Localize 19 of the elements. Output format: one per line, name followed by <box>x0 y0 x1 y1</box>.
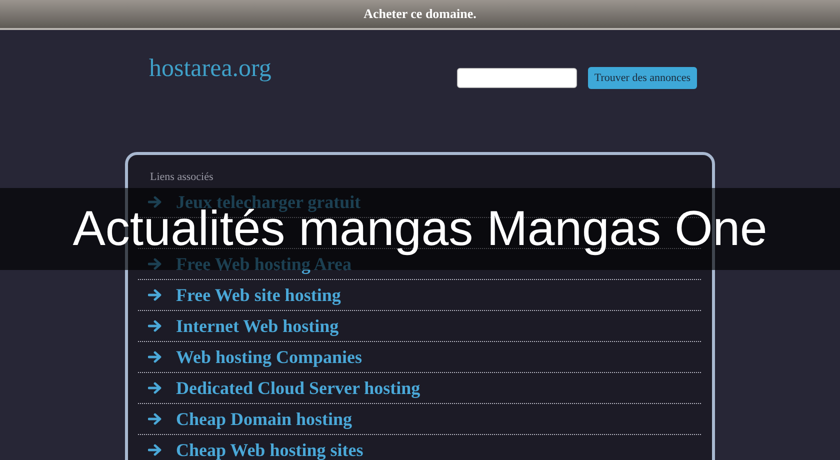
related-link[interactable]: Cheap Web hosting sites <box>176 440 364 460</box>
panel-heading: Liens associés <box>150 171 214 185</box>
arrow-icon <box>148 444 162 456</box>
arrow-icon <box>148 258 162 270</box>
arrow-icon <box>148 351 162 363</box>
arrow-icon <box>148 413 162 425</box>
site-logo: hostarea.org <box>149 56 272 82</box>
search-field[interactable] <box>457 68 578 88</box>
arrow-icon <box>148 289 162 301</box>
related-link[interactable]: Free Web site hosting <box>176 284 341 306</box>
arrow-icon <box>148 382 162 394</box>
related-link[interactable]: Dedicated Cloud Server hosting <box>176 378 420 398</box>
related-link[interactable]: Cheap Domain hosting <box>176 408 352 430</box>
related-link[interactable]: Web hosting Companies <box>176 346 362 368</box>
arrow-icon <box>148 196 162 208</box>
related-link[interactable]: Internet Web hosting <box>176 316 339 336</box>
search-button[interactable]: Trouver des annonces <box>588 67 697 89</box>
arrow-icon <box>148 320 162 332</box>
buy-domain-link[interactable]: Acheter ce domaine. <box>364 6 476 22</box>
